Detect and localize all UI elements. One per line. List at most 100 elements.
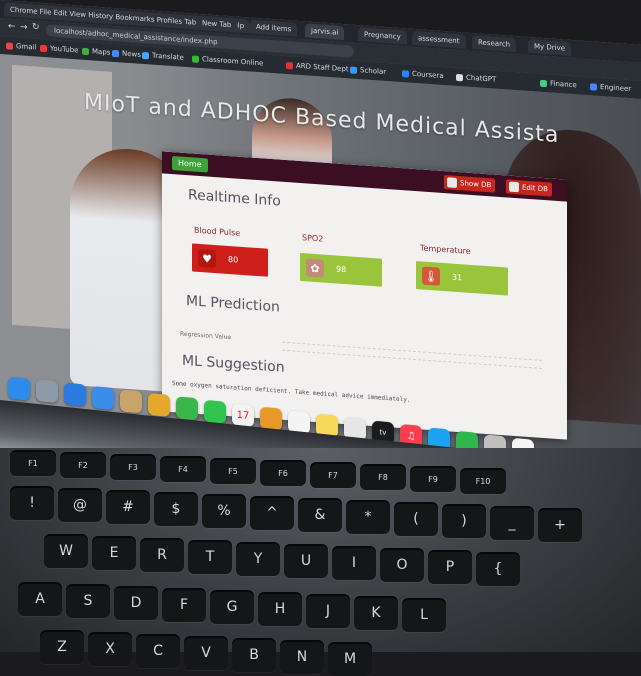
spo2-value: 98 [336, 264, 347, 275]
safari-icon[interactable] [64, 382, 86, 407]
bookmark-label: Finance [550, 79, 577, 90]
key-z[interactable]: Z [40, 630, 84, 664]
key-e[interactable]: E [92, 536, 136, 570]
forward-icon[interactable]: → [20, 22, 28, 33]
bookmark-classroom[interactable]: Classroom Online [192, 52, 263, 69]
tab-add-items[interactable]: Add items [250, 19, 298, 37]
key-p[interactable]: P [428, 550, 472, 584]
tab-research[interactable]: Research [472, 35, 517, 53]
key-l[interactable]: L [402, 598, 446, 632]
key-g[interactable]: G [210, 590, 254, 624]
spo2-card: ✿ 98 [300, 252, 382, 287]
show-db-button[interactable]: Show DB [444, 175, 496, 193]
bookmark-news[interactable]: News [112, 47, 141, 61]
key-f[interactable]: F [162, 588, 206, 622]
bookmark-finance[interactable]: Finance [540, 77, 577, 92]
key-n[interactable]: N [280, 640, 324, 674]
key-i[interactable]: I [332, 546, 376, 580]
key-f5[interactable]: F5 [210, 458, 256, 484]
spo2-label: SPO2 [302, 233, 324, 244]
bookmark-label: Scholar [360, 66, 387, 77]
bookmark-label: YouTube [50, 44, 79, 55]
key-1[interactable]: ! [10, 486, 54, 520]
key-6[interactable]: ^ [250, 496, 294, 530]
tab-jarvis[interactable]: jarvis.ai [305, 23, 345, 41]
key-9[interactable]: ( [394, 502, 438, 536]
temperature-value: 31 [452, 272, 463, 283]
key-7[interactable]: & [298, 498, 342, 532]
photos-icon[interactable] [148, 392, 170, 417]
key-s[interactable]: S [66, 584, 110, 618]
key-f9[interactable]: F9 [410, 466, 456, 492]
key-f10[interactable]: F10 [460, 468, 506, 494]
launchpad-icon[interactable] [36, 379, 58, 404]
key-f7[interactable]: F7 [310, 462, 356, 488]
key-h[interactable]: H [258, 592, 302, 626]
key-0[interactable]: ) [442, 504, 486, 538]
finance-icon [540, 79, 547, 87]
back-icon[interactable]: ← [8, 22, 16, 33]
key-8[interactable]: * [346, 500, 390, 534]
key-a[interactable]: A [18, 582, 62, 616]
key-f8[interactable]: F8 [360, 464, 406, 490]
key-w[interactable]: W [44, 534, 88, 568]
messages-icon[interactable] [204, 399, 226, 424]
key-5[interactable]: % [202, 494, 246, 528]
key-f6[interactable]: F6 [260, 460, 306, 486]
bookmark-chatgpt[interactable]: ChatGPT [456, 71, 496, 86]
bookmark-label: ARD Staff Dept [296, 61, 349, 74]
finder-icon[interactable] [8, 376, 30, 401]
key-j[interactable]: J [306, 594, 350, 628]
key-2[interactable]: @ [58, 488, 102, 522]
key-c[interactable]: C [136, 634, 180, 668]
key-k[interactable]: K [354, 596, 398, 630]
edit-icon [509, 181, 519, 193]
key-r[interactable]: R [140, 538, 184, 572]
bookmark-label: Maps [92, 47, 111, 57]
key-u[interactable]: U [284, 544, 328, 578]
mail-icon[interactable] [92, 386, 114, 410]
key-x[interactable]: X [88, 632, 132, 666]
tab-assessment[interactable]: assessment [412, 30, 466, 49]
contacts-icon[interactable] [120, 389, 142, 414]
key-f4[interactable]: F4 [160, 456, 206, 482]
key-f1[interactable]: F1 [10, 450, 56, 476]
calendar-icon[interactable]: 17 [232, 403, 254, 428]
thermometer-icon: 🌡 [422, 266, 440, 286]
bookmark-scholar[interactable]: Scholar [350, 63, 386, 78]
key-f3[interactable]: F3 [110, 454, 156, 480]
bookmark-coursera[interactable]: Coursera [402, 67, 444, 82]
tab-pregnancy[interactable]: Pregnancy [358, 27, 407, 45]
youtube-icon [40, 44, 47, 52]
key-y[interactable]: Y [236, 542, 280, 576]
translate-icon [142, 51, 149, 59]
key-minus[interactable]: _ [490, 506, 534, 540]
key-equals[interactable]: + [538, 508, 582, 542]
reload-icon[interactable]: ↻ [32, 22, 40, 33]
key-t[interactable]: T [188, 540, 232, 574]
edit-db-button[interactable]: Edit DB [506, 179, 552, 197]
bookmark-youtube[interactable]: YouTube [40, 42, 78, 57]
key-f2[interactable]: F2 [60, 452, 106, 478]
tab-my-drive[interactable]: My Drive [528, 38, 572, 56]
classroom-icon [192, 54, 199, 63]
bookmark-maps[interactable]: Maps [82, 45, 110, 59]
bookmark-gmail[interactable]: Gmail [6, 39, 36, 53]
tab-new-tab[interactable]: New Tab [196, 15, 238, 33]
facetime-icon[interactable] [176, 396, 198, 421]
engineer-icon [590, 82, 597, 91]
key-left-brace[interactable]: { [476, 552, 520, 586]
temperature-card: 🌡 31 [416, 261, 508, 296]
key-3[interactable]: # [106, 490, 150, 524]
key-b[interactable]: B [232, 638, 276, 672]
key-4[interactable]: $ [154, 492, 198, 526]
key-m[interactable]: M [328, 642, 372, 676]
key-v[interactable]: V [184, 636, 228, 670]
bookmark-engineer[interactable]: Engineer [590, 80, 631, 95]
realtime-info-heading: Realtime Info [188, 187, 281, 210]
key-d[interactable]: D [114, 586, 158, 620]
bookmark-staff-dept[interactable]: ARD Staff Dept [286, 59, 349, 75]
bookmark-translate[interactable]: Translate [142, 49, 184, 64]
key-o[interactable]: O [380, 548, 424, 582]
home-button[interactable]: Home [172, 156, 208, 173]
